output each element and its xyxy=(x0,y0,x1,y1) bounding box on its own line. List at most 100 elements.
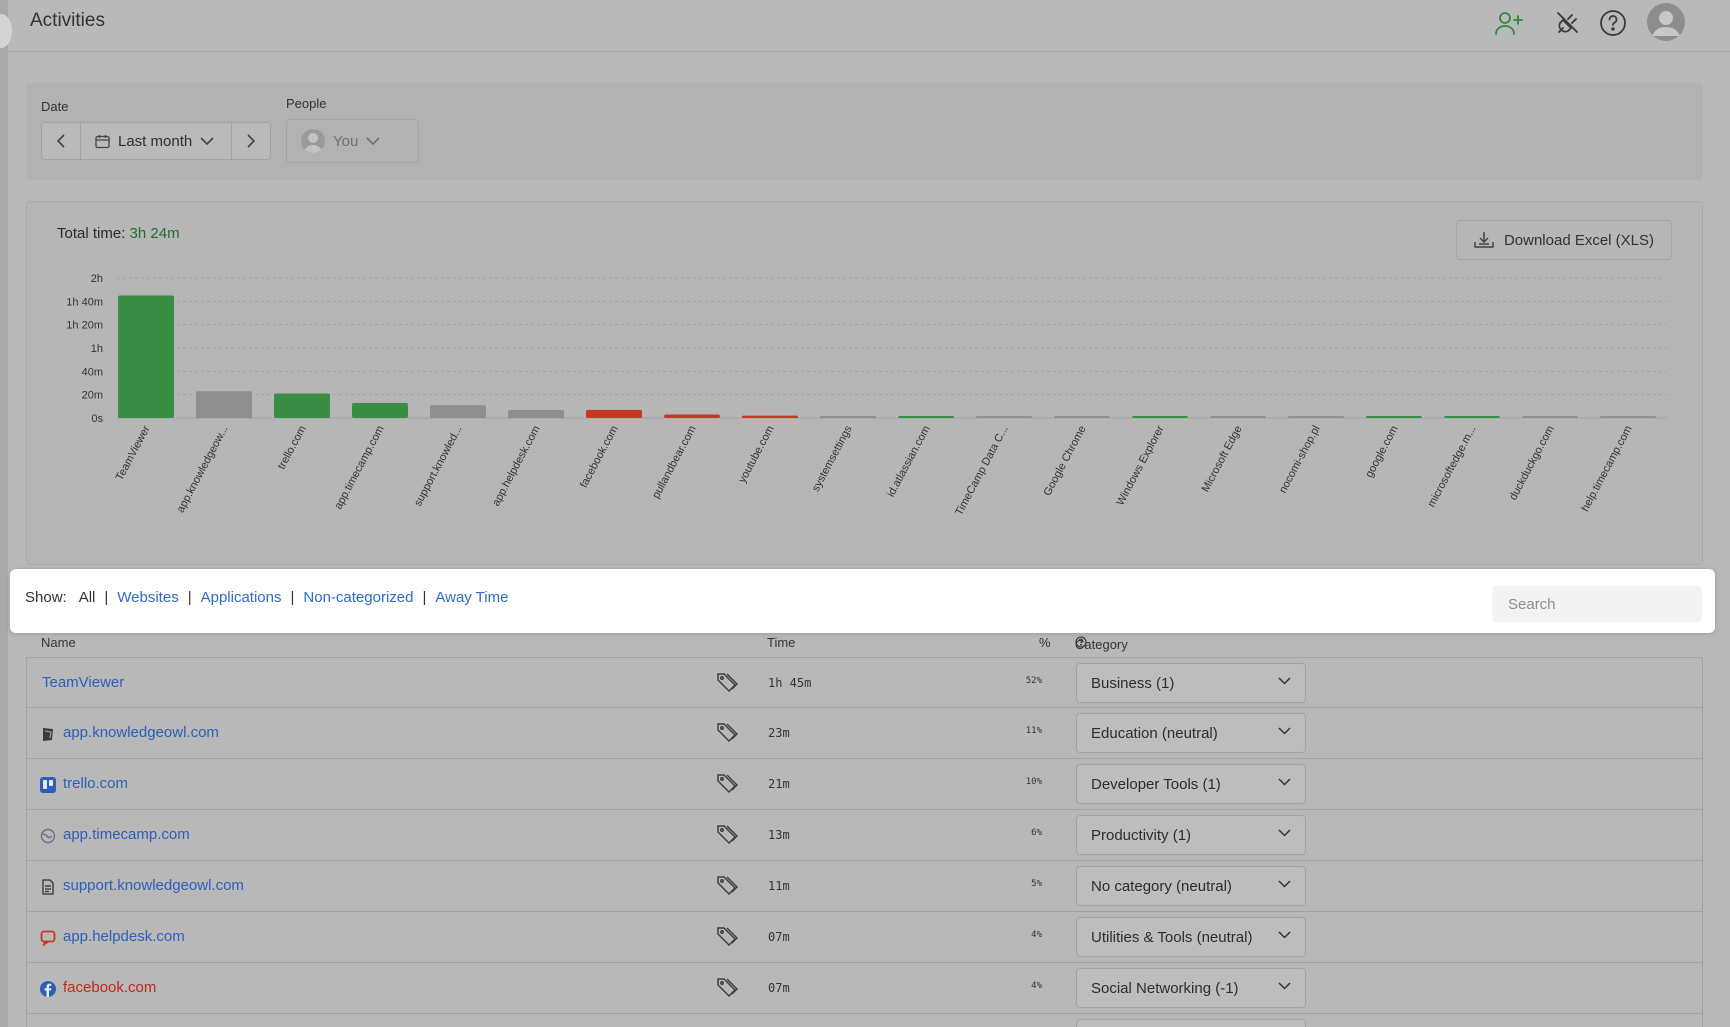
activity-name-link[interactable]: facebook.com xyxy=(63,979,156,996)
calendar-icon xyxy=(95,134,110,148)
chart-bar[interactable] xyxy=(1600,416,1656,418)
chart-bar[interactable] xyxy=(1522,416,1578,418)
column-header-category[interactable]: Category xyxy=(1075,635,1128,652)
show-applications-filter[interactable]: Applications xyxy=(201,589,282,606)
activity-time: 07m xyxy=(768,981,790,995)
table-row: support.knowledgeowl.com 11m 5% No categ… xyxy=(26,861,1703,912)
category-value: Productivity (1) xyxy=(1091,826,1192,844)
category-select[interactable]: Business (1) xyxy=(1076,663,1306,703)
x-tick-label: Microsoft Edge xyxy=(1200,424,1245,494)
sidebar-edge xyxy=(0,0,8,1027)
category-select[interactable]: Developer Tools (1) xyxy=(1076,764,1306,804)
chart-bar[interactable] xyxy=(742,415,798,418)
date-range-select[interactable]: Last month xyxy=(80,123,232,159)
activity-name-link[interactable]: TeamViewer xyxy=(42,674,124,691)
table-row: facebook.com 07m 4% Social Networking (-… xyxy=(26,963,1703,1014)
owl-icon xyxy=(40,726,56,742)
category-select[interactable]: No category (neutral) xyxy=(1076,866,1306,906)
x-tick-label: youtube.com xyxy=(736,424,776,485)
chevron-down-icon xyxy=(200,137,214,145)
tag-icon[interactable] xyxy=(716,925,739,947)
x-tick-label: duckduckgo.com xyxy=(1507,424,1556,503)
category-select[interactable] xyxy=(1076,1019,1306,1027)
tag-icon[interactable] xyxy=(716,823,739,845)
x-tick-label: id.atlassian.com xyxy=(885,424,933,499)
chevron-down-icon xyxy=(1278,982,1291,990)
chart-bar[interactable] xyxy=(196,391,252,418)
chevron-down-icon xyxy=(1278,880,1291,888)
chart-bar[interactable] xyxy=(274,393,330,419)
x-tick-label: TeamViewer xyxy=(114,423,153,482)
chart-bar[interactable] xyxy=(820,416,876,418)
activity-percent: 4% xyxy=(1031,930,1042,940)
filter-panel: Date Last month People You xyxy=(26,83,1703,180)
category-select[interactable]: Social Networking (-1) xyxy=(1076,968,1306,1008)
bar-chart: 0s 20m 40m 1h 1h 20m 1h 40m 2h TeamViewer app.kn… xyxy=(66,273,1667,518)
plug-icon[interactable] xyxy=(1549,5,1585,41)
activity-name-link[interactable]: app.timecamp.com xyxy=(63,826,190,843)
chart-bar[interactable] xyxy=(352,402,408,418)
tag-icon[interactable] xyxy=(716,772,739,794)
people-select[interactable]: You xyxy=(286,119,419,163)
category-value: Social Networking (-1) xyxy=(1091,979,1239,997)
category-select[interactable]: Utilities & Tools (neutral) xyxy=(1076,917,1306,957)
chart-panel: Total time: 3h 24m Download Excel (XLS) … xyxy=(26,201,1703,565)
chart-bar[interactable] xyxy=(898,416,954,418)
activity-name-link[interactable]: app.knowledgeowl.com xyxy=(63,724,219,741)
tag-icon[interactable] xyxy=(716,721,739,743)
chart-bar[interactable] xyxy=(586,409,642,418)
chat-icon xyxy=(40,930,56,947)
x-tick-label: systemsettings xyxy=(810,423,855,493)
y-tick-label: 1h 20m xyxy=(66,320,103,332)
column-header-name[interactable]: Name xyxy=(41,635,76,650)
user-avatar[interactable] xyxy=(1645,1,1687,43)
x-tick-label: Google Chrome xyxy=(1042,424,1089,498)
activity-time: 23m xyxy=(768,726,790,740)
category-value: Utilities & Tools (neutral) xyxy=(1091,928,1253,946)
category-select[interactable]: Education (neutral) xyxy=(1076,713,1306,753)
tag-icon[interactable] xyxy=(716,671,739,693)
add-user-icon[interactable] xyxy=(1491,5,1527,41)
tag-icon[interactable] xyxy=(716,976,739,998)
tag-icon[interactable] xyxy=(716,874,739,896)
activity-name-link[interactable]: app.helpdesk.com xyxy=(63,928,185,945)
search-input[interactable] xyxy=(1492,586,1702,622)
chart-bar[interactable] xyxy=(118,295,174,419)
table-row: app.helpdesk.com 07m 4% Utilities & Tool… xyxy=(26,912,1703,963)
column-header-time[interactable]: Time xyxy=(767,635,795,650)
chart-bar[interactable] xyxy=(1288,416,1344,418)
document-icon xyxy=(40,879,56,895)
category-value: Business (1) xyxy=(1091,674,1175,692)
chart-bar[interactable] xyxy=(664,414,720,419)
next-period-button[interactable] xyxy=(232,123,270,159)
date-picker: Last month xyxy=(41,122,271,160)
chart-bar[interactable] xyxy=(1054,416,1110,418)
x-tick-label: facebook.com xyxy=(578,424,621,490)
show-websites-filter[interactable]: Websites xyxy=(117,589,178,606)
prev-period-button[interactable] xyxy=(42,123,80,159)
chart-bar[interactable] xyxy=(1132,416,1188,418)
trello-icon xyxy=(40,777,56,793)
table-row: trello.com 21m 10% Developer Tools (1) xyxy=(26,759,1703,810)
activity-name-link[interactable]: support.knowledgeowl.com xyxy=(63,877,244,894)
table-row: app.knowledgeowl.com 23m 11% Education (… xyxy=(26,708,1703,759)
show-away-time-filter[interactable]: Away Time xyxy=(435,589,508,606)
show-filter-row: Show: All | Websites | Applications | No… xyxy=(25,589,508,606)
separator: | xyxy=(422,589,427,606)
chart-bar[interactable] xyxy=(1210,416,1266,418)
show-non-categorized-filter[interactable]: Non-categorized xyxy=(303,589,413,606)
chart-bar[interactable] xyxy=(1366,416,1422,418)
chart-bar[interactable] xyxy=(976,416,1032,418)
activity-time: 11m xyxy=(768,879,790,893)
category-value: Developer Tools (1) xyxy=(1091,775,1221,793)
activity-name-link[interactable]: trello.com xyxy=(63,775,128,792)
show-all-filter[interactable]: All xyxy=(79,589,96,606)
people-value: You xyxy=(333,132,359,150)
column-header-percent[interactable]: % xyxy=(1039,635,1051,650)
chart-bar[interactable] xyxy=(1444,416,1500,418)
table-row xyxy=(26,1014,1703,1027)
chart-bar[interactable] xyxy=(430,405,486,418)
category-select[interactable]: Productivity (1) xyxy=(1076,815,1306,855)
help-icon[interactable] xyxy=(1595,5,1631,41)
chart-bar[interactable] xyxy=(508,409,564,418)
